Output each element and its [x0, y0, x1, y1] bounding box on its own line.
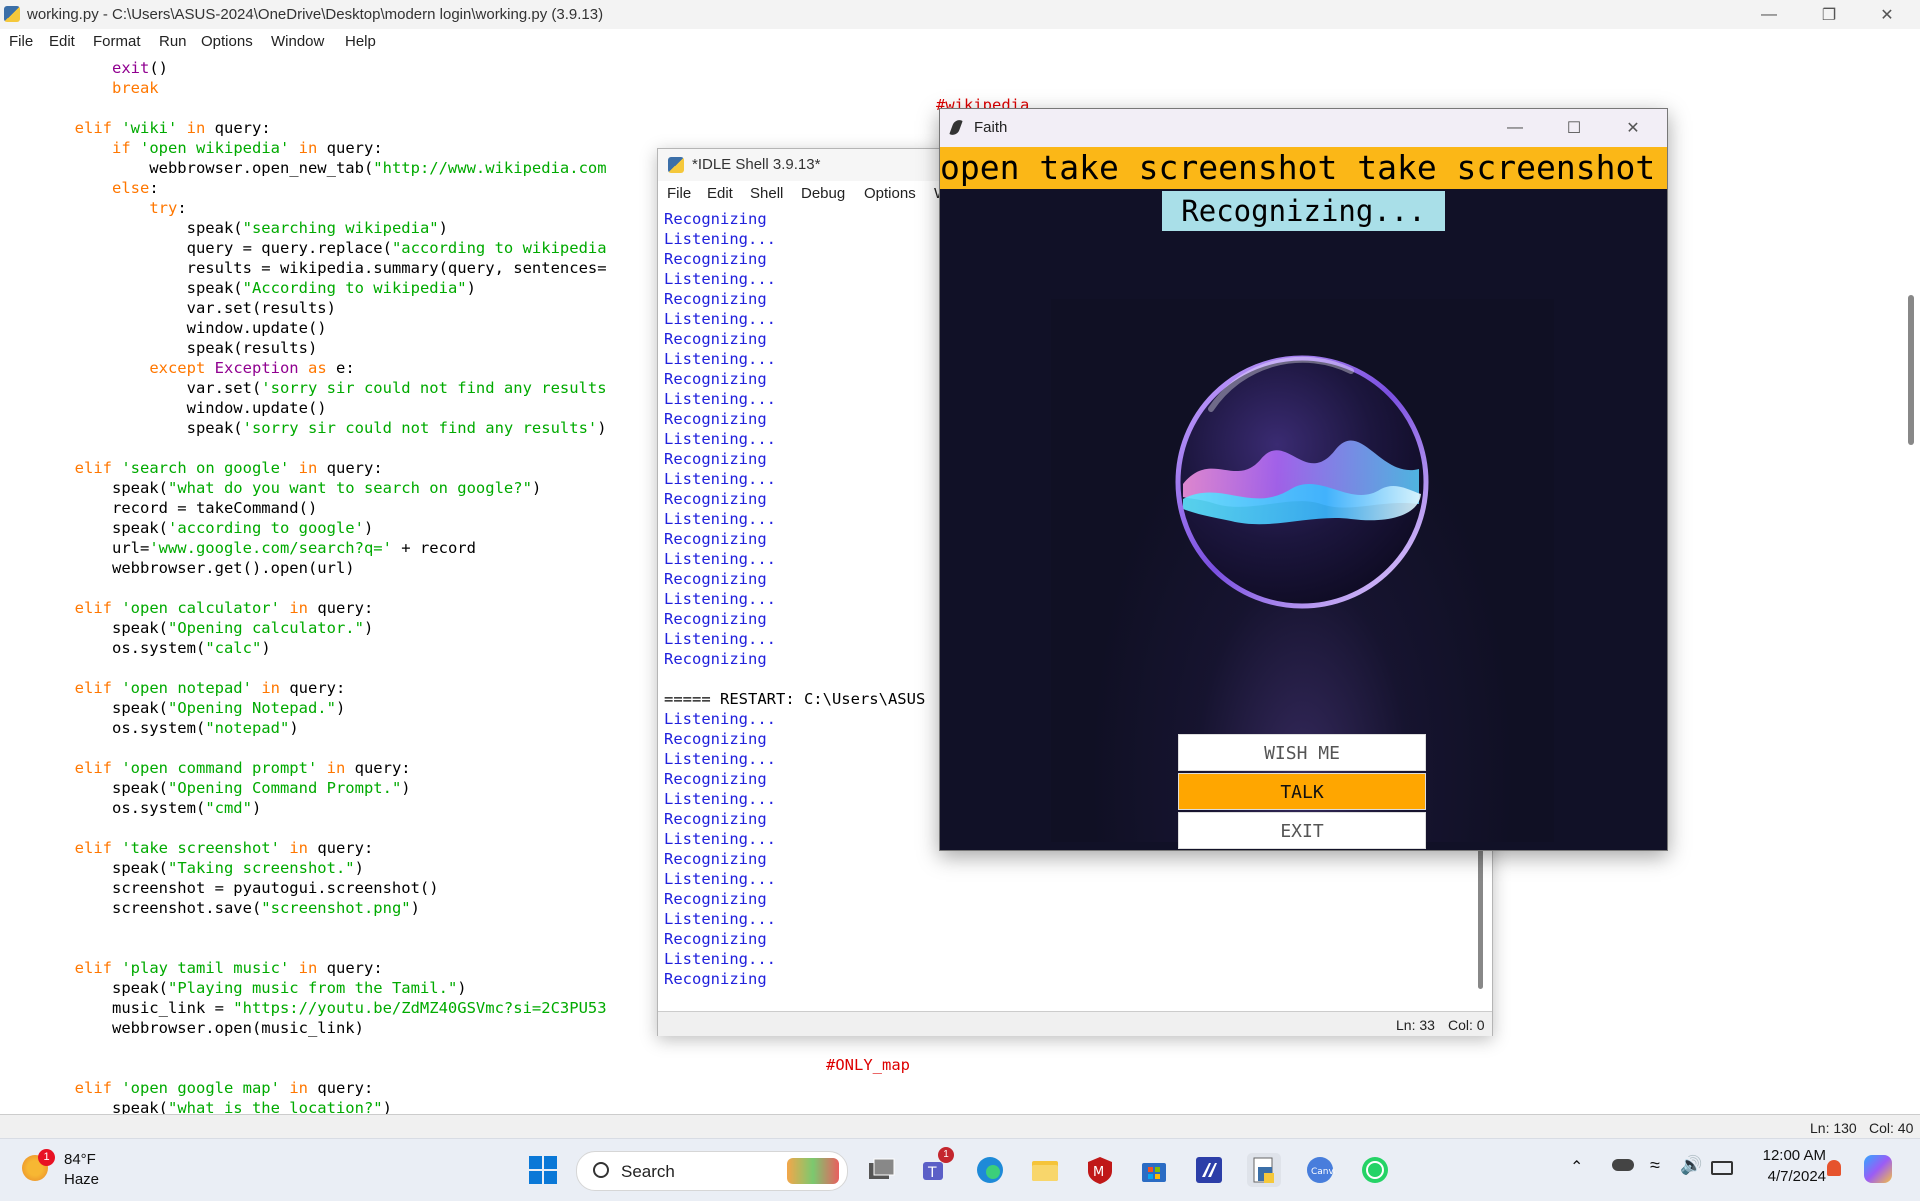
teams-badge: 1: [938, 1147, 954, 1163]
taskbar: 1 84°F Haze Search T 1 M Canva ⌃ ≈: [0, 1138, 1920, 1201]
task-view-icon[interactable]: [864, 1153, 898, 1187]
shell-output[interactable]: Recognizing Listening... Recognizing Lis…: [664, 209, 925, 989]
editor-window-title: working.py - C:\Users\ASUS-2024\OneDrive…: [27, 6, 604, 23]
windows-start-icon[interactable]: [526, 1153, 560, 1187]
svg-text:M: M: [1093, 1165, 1104, 1180]
talk-button[interactable]: TALK: [1178, 773, 1426, 810]
shell-scroll-thumb[interactable]: [1478, 849, 1483, 989]
file-explorer-icon[interactable]: [1028, 1153, 1062, 1187]
battery-icon[interactable]: [1711, 1161, 1733, 1175]
editor-line-number: Ln: 130: [1810, 1120, 1857, 1136]
feather-icon: [949, 118, 963, 137]
faith-window[interactable]: Faith — ☐ ✕ open take screenshot take sc…: [939, 108, 1668, 851]
canva-icon[interactable]: Canva: [1303, 1153, 1337, 1187]
shell-status-bar: Ln: 33 Col: 0: [658, 1011, 1492, 1036]
maximize-icon[interactable]: ☐: [1551, 113, 1597, 143]
volume-icon[interactable]: 🔊: [1680, 1155, 1702, 1176]
shell-menu-file[interactable]: File: [667, 185, 691, 202]
whatsapp-icon[interactable]: [1358, 1153, 1392, 1187]
menu-format[interactable]: Format: [93, 33, 141, 50]
visual-studio-icon[interactable]: [1192, 1153, 1226, 1187]
recognition-status: Recognizing...: [1162, 191, 1445, 231]
close-icon[interactable]: ✕: [1864, 0, 1910, 29]
python-icon: [668, 157, 684, 173]
close-icon[interactable]: ✕: [1610, 113, 1656, 143]
teams-icon[interactable]: T 1: [918, 1147, 954, 1187]
menu-help[interactable]: Help: [345, 33, 376, 50]
command-banner: open take screenshot take screenshot: [940, 147, 1667, 189]
editor-column-number: Col: 40: [1869, 1120, 1914, 1136]
svg-text:T: T: [927, 1165, 937, 1181]
shell-window-title: *IDLE Shell 3.9.13*: [692, 156, 821, 173]
search-icon: [593, 1162, 609, 1178]
clock-date: 4/7/2024: [1767, 1168, 1826, 1185]
weather-temperature: 84°F: [64, 1151, 96, 1168]
editor-menu-bar: File Edit Format Run Options Window Help: [0, 29, 1920, 54]
wish-me-button[interactable]: WISH ME: [1178, 734, 1426, 771]
exit-button[interactable]: EXIT: [1178, 812, 1426, 849]
map-comment: #ONLY_map: [826, 1056, 910, 1074]
minimize-icon[interactable]: —: [1492, 113, 1538, 143]
weather-widget[interactable]: 1 84°F Haze: [20, 1149, 110, 1193]
code-text[interactable]: exit() break elif 'wiki' in query: if 'o…: [0, 58, 607, 1118]
restore-icon[interactable]: ❐: [1806, 0, 1852, 29]
svg-text:Canva: Canva: [1311, 1167, 1335, 1177]
menu-window[interactable]: Window: [271, 33, 324, 50]
shell-menu-options[interactable]: Options: [864, 185, 916, 202]
editor-scrollbar[interactable]: [1905, 54, 1920, 1114]
menu-file[interactable]: File: [9, 33, 33, 50]
weather-description: Haze: [64, 1171, 100, 1188]
mcafee-icon[interactable]: M: [1083, 1153, 1117, 1187]
microsoft-store-icon[interactable]: [1137, 1153, 1171, 1187]
copilot-icon[interactable]: [1864, 1155, 1892, 1183]
taskbar-search-box[interactable]: Search: [576, 1151, 848, 1191]
shell-menu-shell[interactable]: Shell: [750, 185, 783, 202]
search-label: Search: [621, 1162, 675, 1181]
clock-time: 12:00 AM: [1762, 1147, 1826, 1164]
menu-run[interactable]: Run: [159, 33, 187, 50]
faith-window-title: Faith: [974, 119, 1008, 136]
search-highlight-icon: [787, 1158, 839, 1184]
shell-menu-debug[interactable]: Debug: [801, 185, 845, 202]
menu-options[interactable]: Options: [201, 33, 253, 50]
wifi-icon[interactable]: ≈: [1650, 1155, 1660, 1176]
onedrive-icon[interactable]: [1612, 1159, 1634, 1171]
shell-menu-edit[interactable]: Edit: [707, 185, 733, 202]
show-hidden-icons-chevron-icon[interactable]: ⌃: [1570, 1157, 1583, 1177]
shell-line-number: Ln: 33: [1396, 1017, 1435, 1033]
editor-status-bar: Ln: 130 Col: 40: [0, 1114, 1920, 1139]
shell-column-number: Col: 0: [1448, 1017, 1485, 1033]
menu-edit[interactable]: Edit: [49, 33, 75, 50]
edge-icon[interactable]: [973, 1153, 1007, 1187]
restart-line: ===== RESTART: C:\Users\ASUS: [664, 690, 926, 708]
editor-scroll-thumb[interactable]: [1908, 295, 1914, 445]
minimize-icon[interactable]: —: [1746, 0, 1792, 29]
editor-title-bar[interactable]: working.py - C:\Users\ASUS-2024\OneDrive…: [0, 0, 1920, 29]
notification-badge: 1: [38, 1149, 55, 1166]
idle-python-icon[interactable]: [1247, 1153, 1281, 1187]
clock[interactable]: 12:00 AM 4/7/2024: [1746, 1147, 1826, 1193]
faith-title-bar[interactable]: Faith — ☐ ✕: [940, 109, 1667, 147]
python-icon: [4, 6, 20, 22]
notification-bell-icon[interactable]: [1827, 1160, 1841, 1176]
